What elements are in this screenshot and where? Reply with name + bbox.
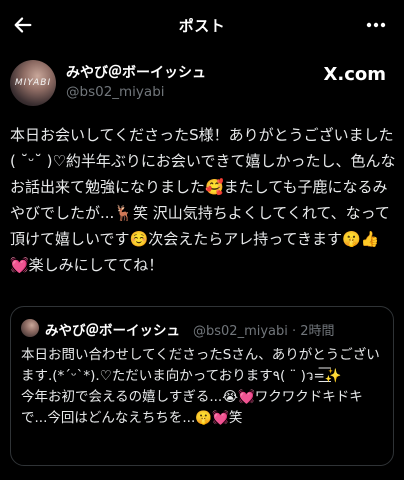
quoted-author-name: みやび＠ボーイッシュ: [45, 323, 180, 339]
quoted-author-avatar: [21, 319, 39, 337]
page-title: ポスト: [178, 17, 226, 35]
post-text: 本日お会いしてくださったS様！ありがとうございました( ˘ᵕ˘ )♡約半年ぶりに…: [10, 126, 396, 274]
quoted-author-meta: @bs02_miyabi · 2時間: [193, 324, 335, 339]
author-display-name[interactable]: みやび＠ボーイッシュ: [66, 62, 206, 82]
quoted-post-card[interactable]: みやび＠ボーイッシュ @bs02_miyabi · 2時間 本日お問い合わせして…: [10, 306, 394, 466]
quoted-post-text: 本日お問い合わせしてくださったSさん、ありがとうございます.(*ˊᵕˋ*).♡た…: [21, 347, 380, 426]
avatar-logo-text: MIYABI: [14, 78, 52, 88]
source-badge: X.com: [323, 64, 386, 85]
top-bar: ポスト: [0, 0, 404, 50]
author-avatar[interactable]: MIYABI: [10, 60, 56, 106]
more-options-icon[interactable]: [366, 22, 386, 28]
author-username[interactable]: @bs02_miyabi: [66, 84, 165, 100]
